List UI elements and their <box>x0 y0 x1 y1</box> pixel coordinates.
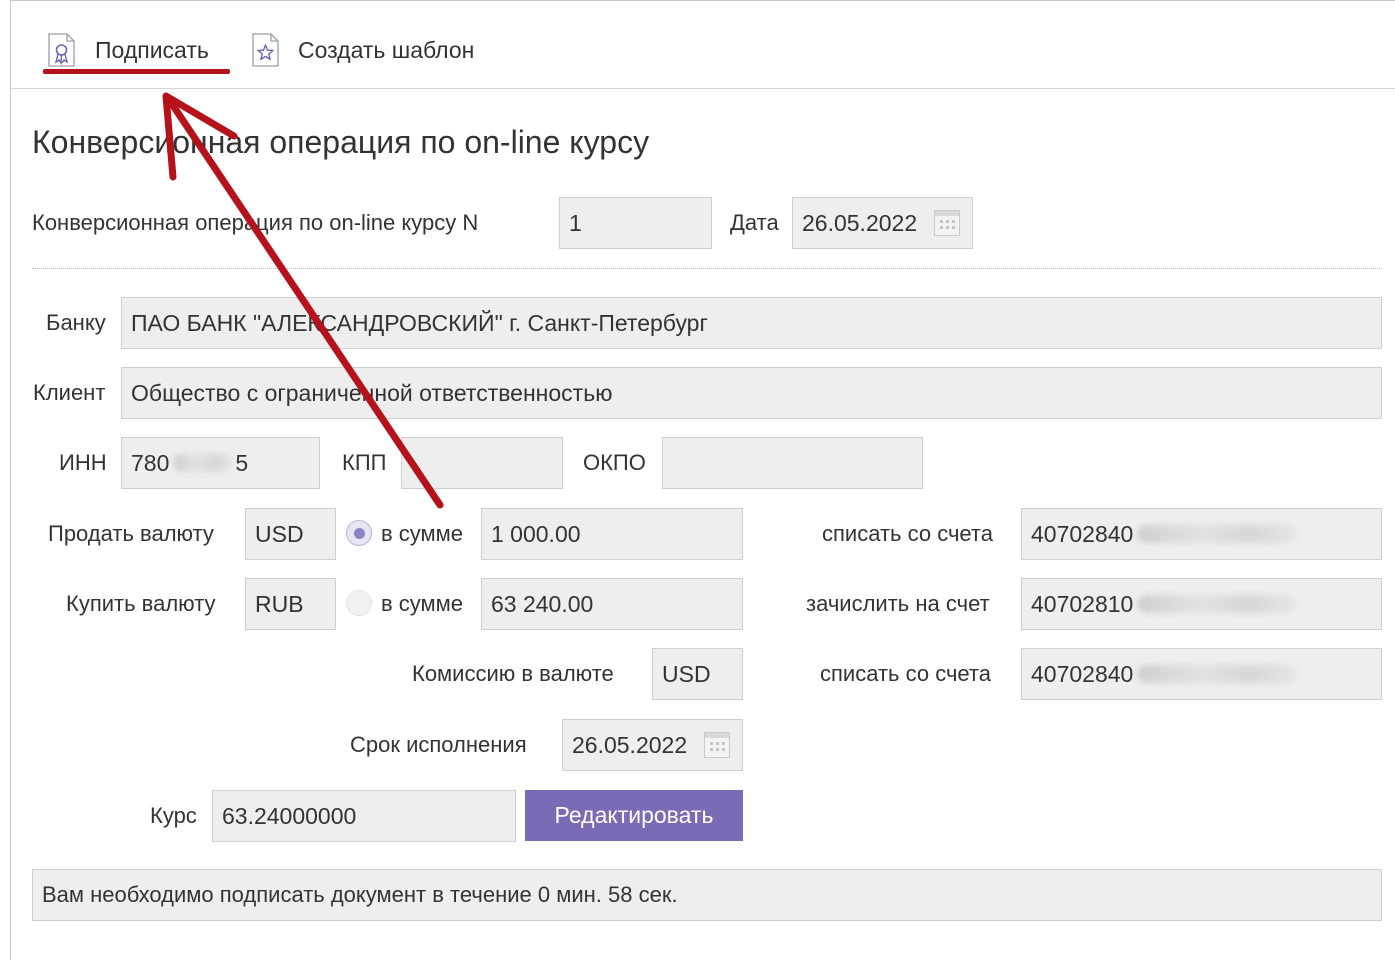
bank-field[interactable]: ПАО БАНК "АЛЕКСАНДРОВСКИЙ" г. Санкт-Пете… <box>121 297 1382 349</box>
buy-amount-label: в сумме <box>381 591 464 616</box>
calendar-icon[interactable] <box>704 732 730 758</box>
sell-account-label: списать со счета <box>822 521 993 546</box>
document-ribbon-icon <box>48 33 75 67</box>
annotation-underline <box>43 69 230 74</box>
number-label: Конверсионная операция по on-line курсу … <box>32 210 479 235</box>
document-star-icon <box>252 33 279 67</box>
sell-amount-field[interactable]: 1 000.00 <box>481 508 743 560</box>
create-template-button[interactable]: Создать шаблон <box>252 30 474 70</box>
sell-account-value: 40702840 <box>1031 520 1134 547</box>
date-label: Дата <box>730 210 779 235</box>
sign-button-label: Подписать <box>95 36 209 63</box>
redacted-blur <box>1137 665 1298 683</box>
date-input[interactable]: 26.05.2022 <box>792 197 973 249</box>
client-value: Общество с ограниченной ответственностью <box>131 379 613 406</box>
sell-account-field[interactable]: 40702840 <box>1021 508 1382 560</box>
deadline-field[interactable]: 26.05.2022 <box>562 719 743 771</box>
buy-account-label: зачислить на счет <box>806 591 990 616</box>
commission-account-label: списать со счета <box>820 661 991 686</box>
inn-value: 780 <box>131 449 170 476</box>
rate-label: Курс <box>150 803 197 828</box>
client-field[interactable]: Общество с ограниченной ответственностью <box>121 367 1382 419</box>
calendar-icon[interactable] <box>934 210 960 236</box>
redacted-blur <box>1137 525 1298 543</box>
number-input[interactable]: 1 <box>559 197 712 249</box>
sell-amount-value: 1 000.00 <box>491 520 581 547</box>
okpo-label: ОКПО <box>583 450 646 475</box>
buy-amount-radio[interactable] <box>346 590 372 616</box>
deadline-label: Срок исполнения <box>350 732 527 757</box>
section-divider <box>32 268 1382 269</box>
commission-account-value: 40702840 <box>1031 660 1134 687</box>
number-value: 1 <box>569 209 582 236</box>
buy-account-field[interactable]: 40702810 <box>1021 578 1382 630</box>
kpp-field[interactable] <box>401 437 563 489</box>
redacted-blur <box>1137 595 1298 613</box>
buy-account-value: 40702810 <box>1031 590 1134 617</box>
bank-label: Банку <box>46 310 106 335</box>
commission-currency-value: USD <box>662 660 711 687</box>
rate-field[interactable]: 63.24000000 <box>212 790 516 842</box>
buy-amount-value: 63 240.00 <box>491 590 594 617</box>
sell-currency-value: USD <box>255 520 304 547</box>
okpo-field[interactable] <box>662 437 923 489</box>
sell-amount-radio[interactable] <box>346 520 372 546</box>
buy-currency-field[interactable]: RUB <box>245 578 336 630</box>
toolbar <box>10 0 1395 89</box>
buy-currency-label: Купить валюту <box>66 591 216 616</box>
page-title: Конверсионная операция по on-line курсу <box>32 124 650 160</box>
rate-value: 63.24000000 <box>222 802 357 829</box>
buy-amount-field[interactable]: 63 240.00 <box>481 578 743 630</box>
sign-button[interactable]: Подписать <box>48 30 209 70</box>
inn-field[interactable]: 780 5 <box>121 437 320 489</box>
inn-value-suffix: 5 <box>235 449 249 476</box>
notice-text: Вам необходимо подписать документ в тече… <box>42 882 678 907</box>
signing-timer-notice: Вам необходимо подписать документ в тече… <box>32 869 1382 921</box>
deadline-value: 26.05.2022 <box>572 731 688 758</box>
commission-account-field[interactable]: 40702840 <box>1021 648 1382 700</box>
kpp-label: КПП <box>342 450 387 475</box>
edit-button[interactable]: Редактировать <box>525 790 743 841</box>
date-value: 26.05.2022 <box>802 209 918 236</box>
commission-label: Комиссию в валюте <box>412 661 614 686</box>
sell-currency-label: Продать валюту <box>48 521 214 546</box>
buy-currency-value: RUB <box>255 590 304 617</box>
create-template-label: Создать шаблон <box>298 36 475 63</box>
commission-currency-field[interactable]: USD <box>652 648 743 700</box>
sell-amount-label: в сумме <box>381 521 464 546</box>
bank-value: ПАО БАНК "АЛЕКСАНДРОВСКИЙ" г. Санкт-Пете… <box>131 309 708 336</box>
sell-currency-field[interactable]: USD <box>245 508 336 560</box>
redacted-blur <box>173 454 234 472</box>
client-label: Клиент <box>33 380 106 405</box>
inn-label: ИНН <box>59 450 107 475</box>
